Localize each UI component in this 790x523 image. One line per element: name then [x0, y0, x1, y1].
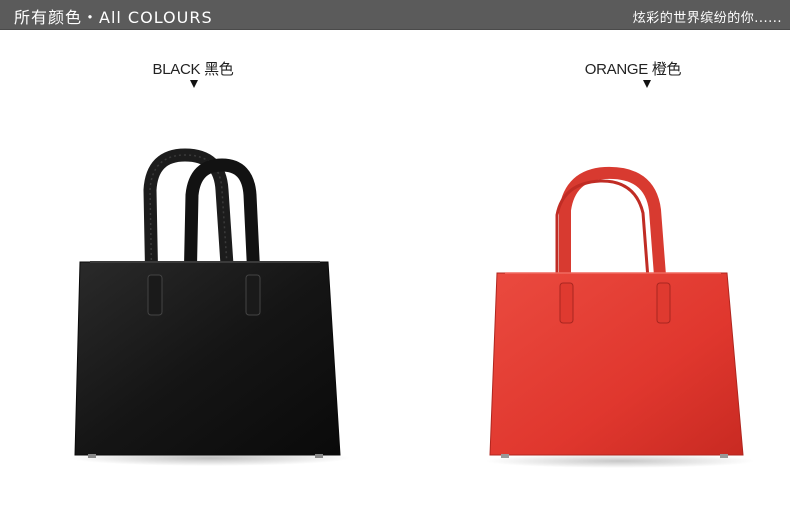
- pointer-arrow-icon: [190, 80, 198, 88]
- header-title: 所有颜色・All COLOURS: [14, 8, 213, 27]
- pointer-arrow-icon: [643, 80, 651, 88]
- variant-label-orange: ORANGE 橙色: [584, 61, 682, 78]
- header-bar: 所有颜色・All COLOURS 炫彩的世界缤纷的你......: [0, 0, 790, 30]
- variant-label-black: BLACK 黑色: [152, 61, 234, 78]
- handbag-black-image: [70, 148, 360, 470]
- handbag-orange-image: [485, 165, 760, 470]
- header-slogan: 炫彩的世界缤纷的你......: [632, 11, 782, 26]
